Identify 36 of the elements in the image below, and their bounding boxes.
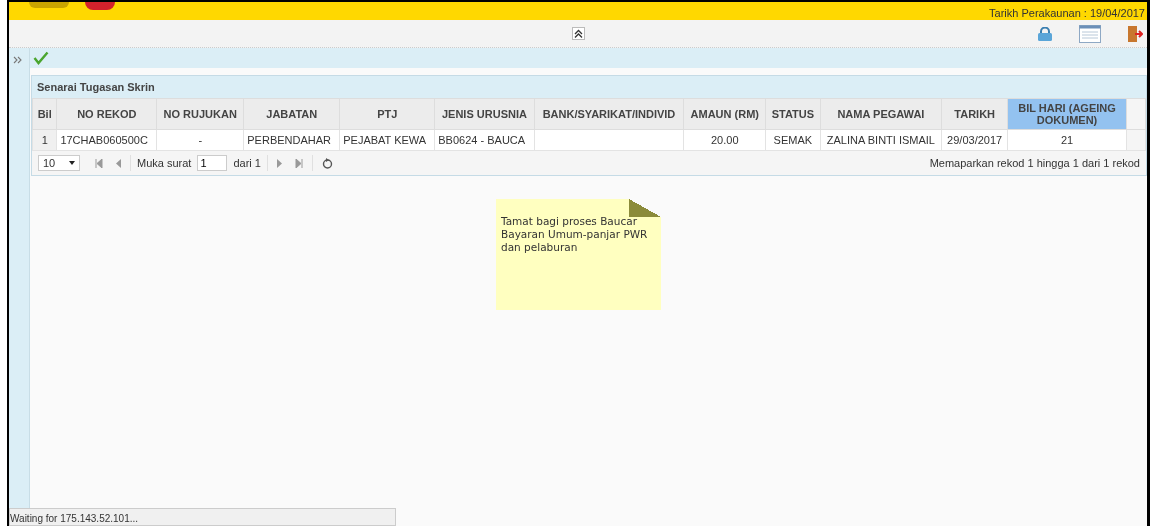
caret-icon — [69, 161, 75, 165]
checkmark-icon[interactable] — [33, 51, 49, 65]
column-header[interactable]: AMAUN (RM) — [683, 98, 766, 130]
note-text: Tamat bagi proses Baucar Bayaran Umum-panjar PWR dan pelaburan — [501, 215, 649, 255]
next-page-icon[interactable] — [276, 158, 283, 168]
last-page-icon[interactable] — [294, 158, 303, 168]
column-header[interactable]: BIL HARI (AGEING DOKUMEN) — [1007, 98, 1127, 130]
column-header[interactable]: TARIKH — [941, 98, 1008, 130]
status-bar: Waiting for 175.143.52.101... — [9, 508, 396, 526]
logo-icon — [29, 2, 69, 8]
panel-title: Senarai Tugasan Skrin — [32, 76, 1146, 98]
previous-page-icon[interactable] — [115, 158, 121, 168]
page-input[interactable]: 1 — [197, 155, 228, 171]
page-label: Muka surat — [137, 157, 192, 169]
page-count: dari 1 — [233, 157, 261, 169]
column-header[interactable]: Bil — [32, 98, 57, 130]
column-header[interactable]: PTJ — [339, 98, 435, 130]
record-summary: Memaparkan rekod 1 hingga 1 dari 1 rekod — [929, 157, 1140, 169]
lock-icon[interactable] — [1037, 27, 1053, 41]
page-size-select[interactable]: 10 — [38, 155, 80, 171]
collapse-button[interactable] — [571, 27, 585, 40]
column-header[interactable]: JENIS URUSNIA — [434, 98, 535, 130]
logo-icon — [85, 2, 115, 10]
refresh-icon[interactable] — [321, 157, 333, 169]
double-chevron-up-icon — [573, 29, 583, 38]
column-header[interactable]: BANK/SYARIKAT/INDIVID — [534, 98, 684, 130]
accounting-date: Tarikh Perakaunan : 19/04/2017 — [989, 7, 1146, 20]
first-page-icon[interactable] — [95, 158, 103, 168]
table-cell: 1 — [32, 129, 57, 151]
exit-door-icon[interactable] — [1127, 25, 1143, 43]
column-header[interactable]: NAMA PEGAWAI — [820, 98, 942, 130]
list-icon[interactable] — [1079, 25, 1101, 43]
column-header[interactable]: JABATAN — [243, 98, 340, 130]
column-header[interactable]: STATUS — [765, 98, 820, 130]
column-header[interactable]: NO RUJUKAN — [156, 98, 244, 130]
column-header[interactable]: NO REKOD — [56, 98, 157, 130]
